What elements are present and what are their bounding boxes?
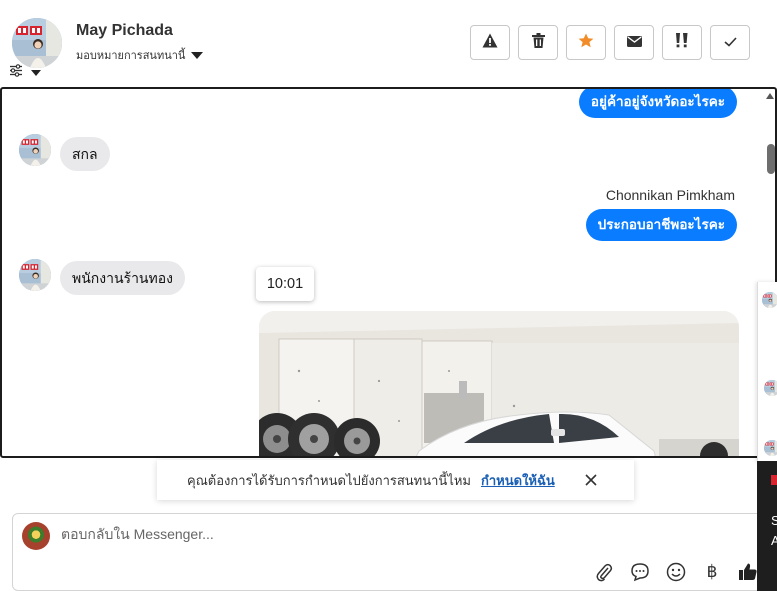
reply-input[interactable] [61, 526, 661, 542]
double-exclamation-icon [675, 32, 689, 53]
assign-to-me-link[interactable]: กำหนดให้ฉัน [481, 470, 555, 491]
sender-name: Chonnikan Pimkham [605, 187, 735, 203]
message-thread[interactable]: อยู่ค้าอยู่จังหวัดอะไรคะ สกล Chonnikan P… [0, 87, 777, 458]
message-photo[interactable] [259, 311, 739, 456]
reply-composer: ฿ [12, 513, 772, 591]
paperclip-icon[interactable] [593, 561, 615, 583]
message-bubble-incoming[interactable]: สกล [60, 137, 110, 171]
assign-conversation-dropdown[interactable]: มอบหมายการสนทนานี้ [76, 46, 204, 64]
dark-side-panel-edge: S A [757, 461, 777, 591]
settings-filter-toggle[interactable] [9, 64, 41, 82]
check-icon [723, 34, 737, 52]
assign-notice-text: คุณต้องการได้รับการกำหนดไปยังการสนทนานี้… [187, 472, 471, 488]
contact-avatar[interactable] [12, 18, 62, 68]
scroll-up-arrow-icon[interactable] [766, 93, 774, 99]
contact-name[interactable]: May Pichada [76, 22, 173, 40]
mark-done-button[interactable] [710, 25, 750, 60]
star-icon [578, 33, 594, 53]
conversation-avatar[interactable] [764, 380, 777, 396]
flag-icon [771, 475, 777, 485]
mark-unread-button[interactable] [614, 25, 654, 60]
envelope-icon [626, 34, 642, 52]
caret-down-icon [31, 70, 41, 76]
thumbs-up-icon[interactable] [737, 561, 759, 583]
assign-label: มอบหมายการสนทนานี้ [76, 50, 186, 62]
scrollbar-thumb[interactable] [767, 144, 775, 174]
speech-bubble-icon[interactable] [629, 561, 651, 583]
assign-notice-banner: คุณต้องการได้รับการกำหนดไปยังการสนทนานี้… [157, 460, 634, 500]
mark-spam-button[interactable] [470, 25, 510, 60]
emoji-smile-icon[interactable] [665, 561, 687, 583]
message-bubble-outgoing[interactable]: ประกอบอาชีพอะไรคะ [585, 209, 737, 241]
conversation-avatar[interactable] [762, 292, 777, 308]
timestamp-tooltip: 10:01 [256, 267, 314, 301]
conversation-list-panel-edge [757, 282, 777, 462]
composer-actions: ฿ [593, 561, 759, 583]
message-bubble-outgoing[interactable]: อยู่ค้าอยู่จังหวัดอะไรคะ [578, 89, 737, 118]
close-icon[interactable] [582, 471, 600, 489]
page-avatar [22, 522, 50, 550]
contact-avatar-small [19, 134, 51, 166]
star-button[interactable] [566, 25, 606, 60]
sliders-icon [9, 64, 23, 82]
caret-down-icon [191, 51, 204, 59]
contact-avatar-small [19, 259, 51, 291]
conversation-header: May Pichada มอบหมายการสนทนานี้ [0, 0, 777, 88]
trash-icon [531, 32, 545, 53]
mark-important-button[interactable] [662, 25, 702, 60]
warning-icon [482, 33, 498, 53]
side-panel-text: S [771, 513, 777, 528]
side-panel-text: A [771, 533, 777, 548]
delete-button[interactable] [518, 25, 558, 60]
message-bubble-incoming[interactable]: พนักงานร้านทอง [60, 261, 185, 295]
conversation-avatar[interactable] [764, 440, 777, 456]
conversation-actions-toolbar [470, 25, 750, 60]
messenger-inbox-page: May Pichada มอบหมายการสนทนานี้ อยู่ค้าอย… [0, 0, 777, 591]
baht-payment-icon[interactable]: ฿ [701, 561, 723, 583]
